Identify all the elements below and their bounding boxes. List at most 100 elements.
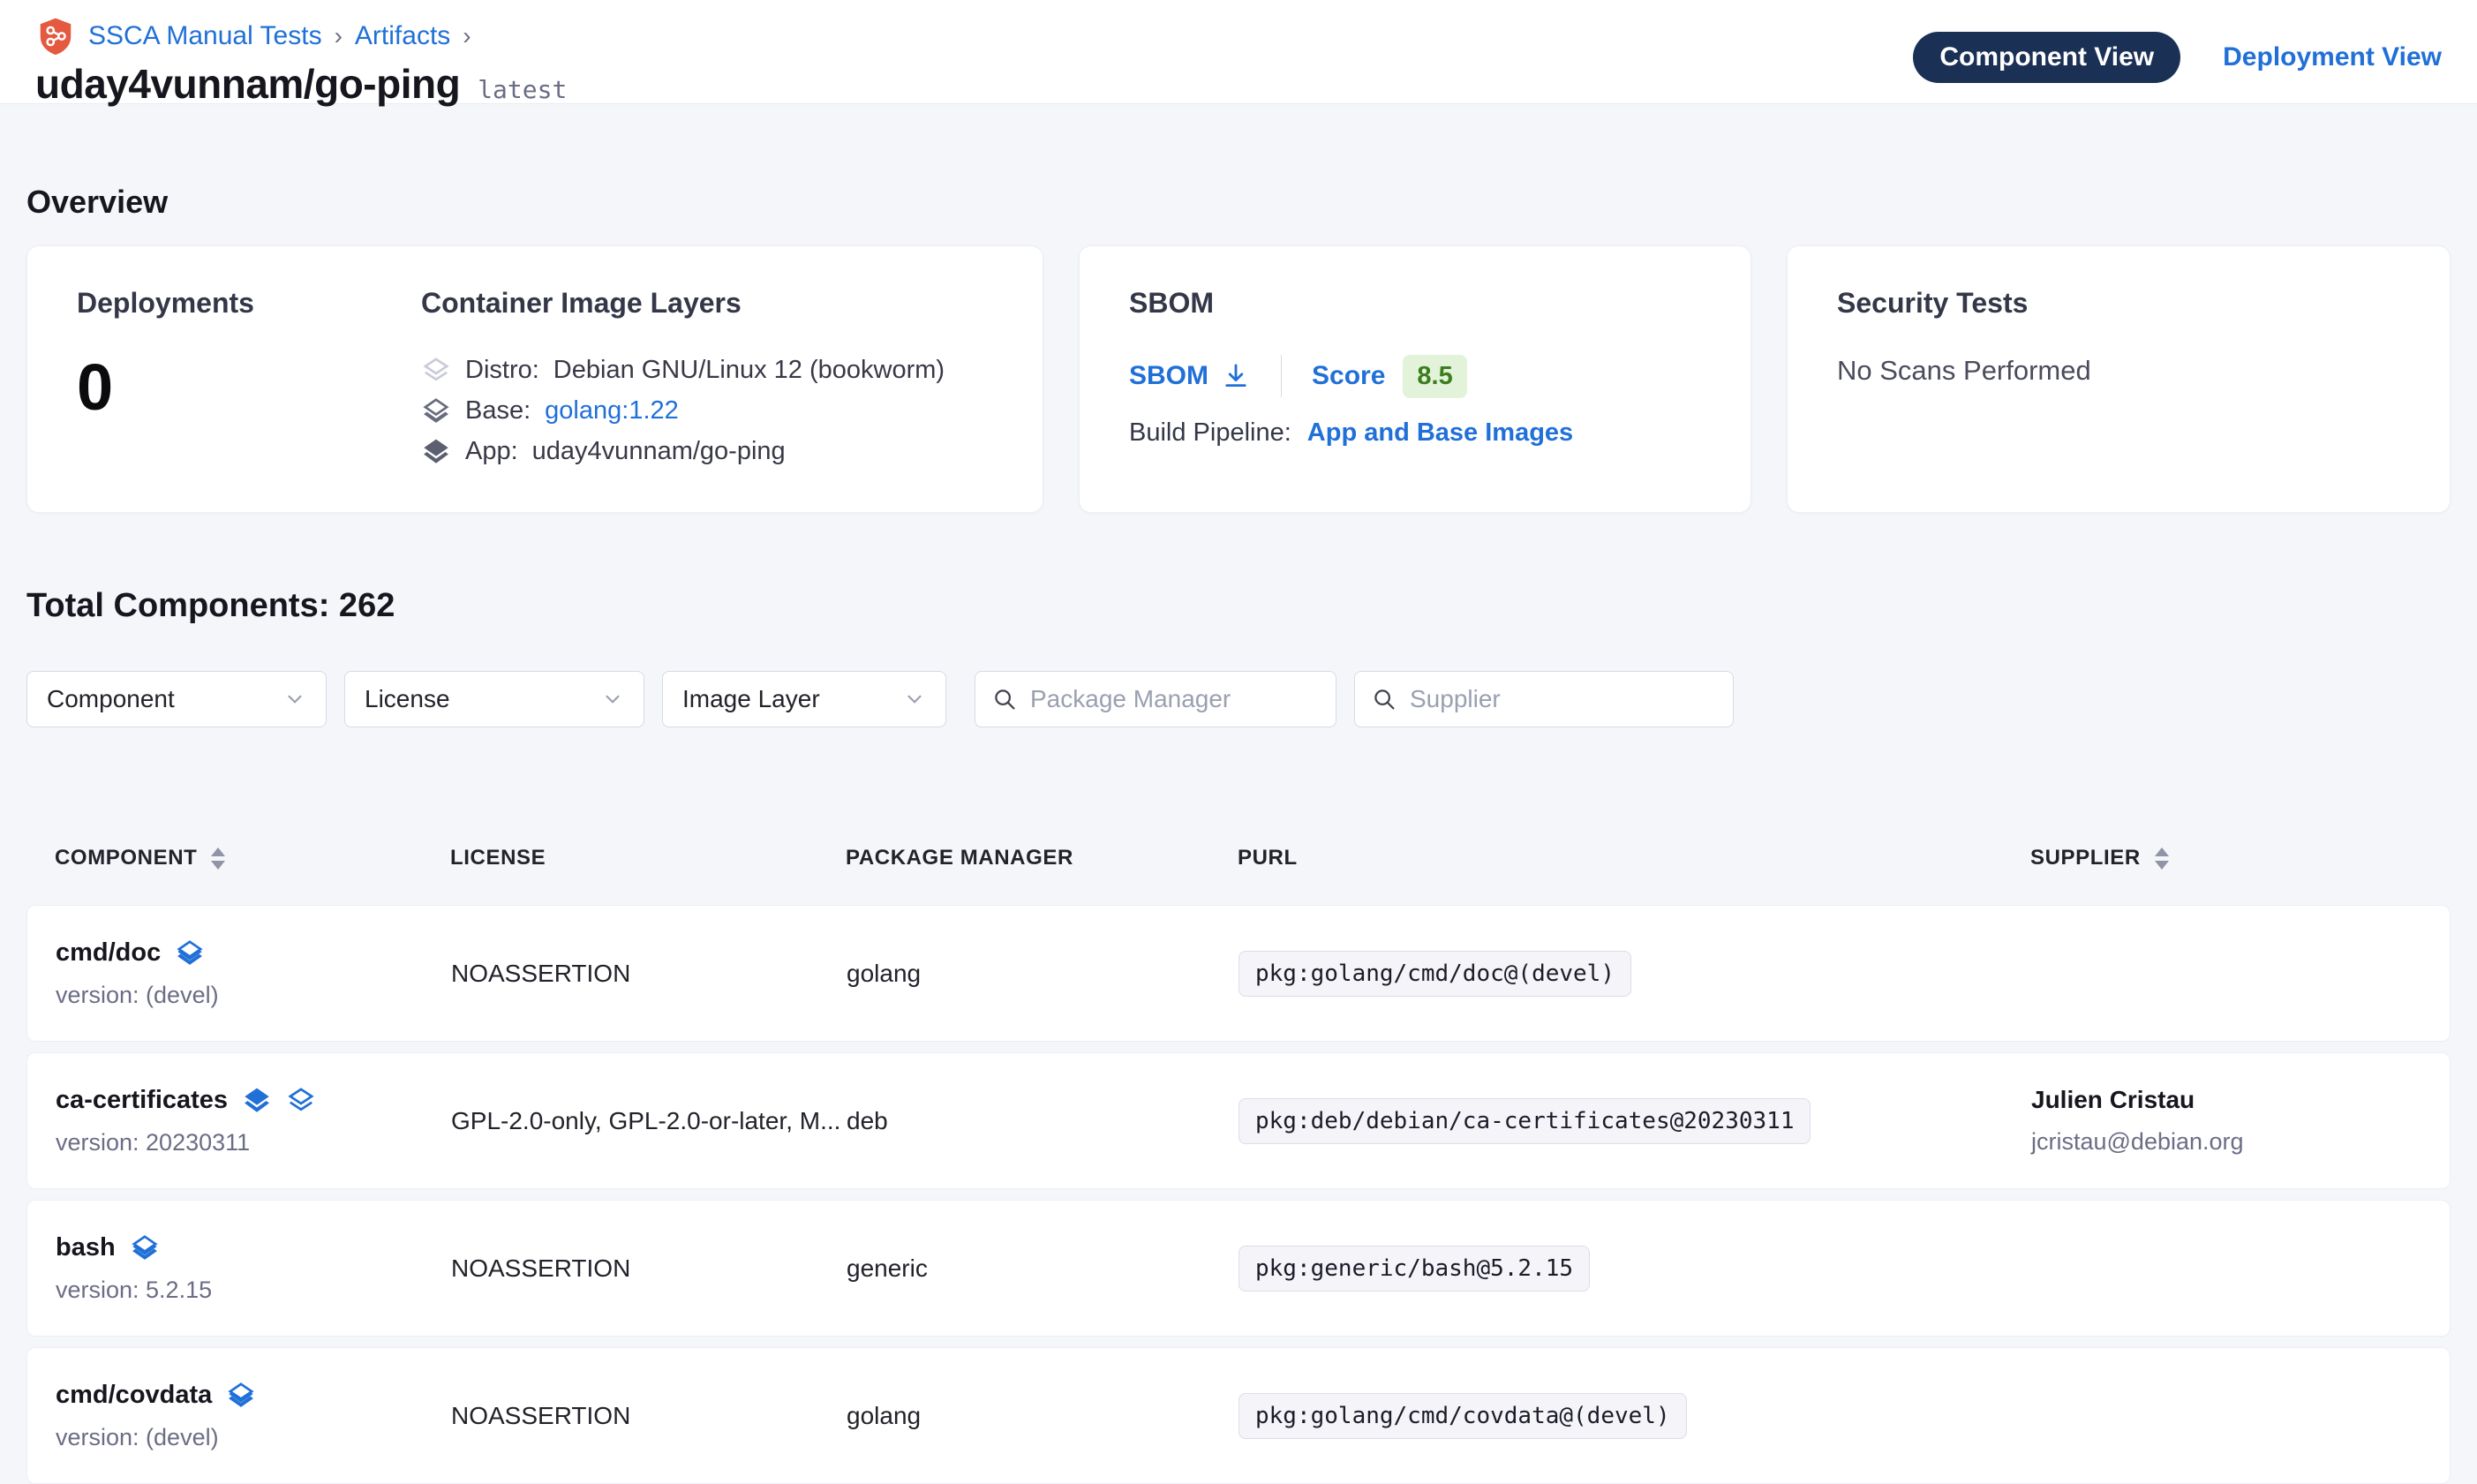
component-version: version: 20230311 bbox=[56, 1129, 451, 1156]
purl-pill[interactable]: pkg:golang/cmd/doc@(devel) bbox=[1238, 951, 1631, 997]
download-icon[interactable] bbox=[1221, 361, 1251, 391]
deployments-count: 0 bbox=[77, 350, 421, 425]
component-view-button[interactable]: Component View bbox=[1913, 32, 2180, 83]
component-version: version: 5.2.15 bbox=[56, 1277, 451, 1304]
table-row[interactable]: cmd/doc version: (devel) NOASSERTION gol… bbox=[26, 905, 2451, 1042]
breadcrumb-separator: › bbox=[463, 22, 471, 50]
page-title: uday4vunnam/go-ping bbox=[35, 60, 460, 108]
components-table: cmd/doc version: (devel) NOASSERTION gol… bbox=[26, 905, 2451, 1484]
base-image-link[interactable]: golang:1.22 bbox=[545, 396, 679, 426]
component-name: cmd/doc bbox=[56, 938, 161, 968]
image-layer-filter-select[interactable]: Image Layer bbox=[662, 671, 946, 727]
layers-app-blue-icon bbox=[226, 1380, 256, 1410]
package-manager-search-input[interactable] bbox=[1030, 685, 1320, 713]
column-header-supplier: SUPPLIER bbox=[2030, 846, 2422, 870]
purl-pill[interactable]: pkg:deb/debian/ca-certificates@20230311 bbox=[1238, 1098, 1811, 1144]
license-filter-select[interactable]: License bbox=[344, 671, 644, 727]
deployments-layers-card: Deployments 0 Container Image Layers Dis… bbox=[26, 245, 1043, 513]
breadcrumb-project-link[interactable]: SSCA Manual Tests bbox=[88, 21, 322, 51]
layer-label: Distro: bbox=[465, 356, 539, 385]
purl-pill[interactable]: pkg:generic/bash@5.2.15 bbox=[1238, 1246, 1590, 1292]
page-header: SSCA Manual Tests › Artifacts › uday4vun… bbox=[0, 0, 2477, 104]
column-header-license: LICENSE bbox=[450, 846, 846, 870]
layer-row-distro: Distro: Debian GNU/Linux 12 (bookworm) bbox=[421, 350, 993, 390]
column-header-purl: PURL bbox=[1238, 846, 2030, 870]
security-tests-title: Security Tests bbox=[1837, 287, 2400, 320]
chevron-down-icon bbox=[903, 688, 926, 711]
layer-label: Base: bbox=[465, 396, 531, 426]
column-label: SUPPLIER bbox=[2030, 846, 2141, 870]
search-icon bbox=[991, 686, 1018, 712]
filter-bar: Component License Image Layer bbox=[26, 671, 2451, 727]
supplier-name: Julien Cristau bbox=[2031, 1086, 2421, 1114]
license-cell: GPL-2.0-only, GPL-2.0-or-later, M... bbox=[451, 1107, 847, 1135]
sbom-download-link[interactable]: SBOM bbox=[1129, 361, 1251, 391]
layers-half-gray-icon bbox=[421, 395, 451, 426]
divider bbox=[1281, 355, 1282, 397]
license-filter-value: License bbox=[365, 685, 450, 713]
supplier-cell bbox=[2031, 1262, 2421, 1276]
column-label: PURL bbox=[1238, 846, 1298, 870]
layers-app-blue-icon bbox=[130, 1232, 160, 1262]
column-header-component: COMPONENT bbox=[55, 846, 450, 870]
package-manager-search bbox=[975, 671, 1336, 727]
layer-label: App: bbox=[465, 437, 518, 466]
image-layers-title: Container Image Layers bbox=[421, 287, 993, 320]
table-row[interactable]: cmd/covdata version: (devel) NOASSERTION… bbox=[26, 1347, 2451, 1484]
supplier-search bbox=[1354, 671, 1734, 727]
package-manager-cell: generic bbox=[847, 1254, 1238, 1283]
component-name: ca-certificates bbox=[56, 1086, 228, 1115]
artifact-tag: latest bbox=[478, 75, 567, 104]
component-version: version: (devel) bbox=[56, 1424, 451, 1451]
ssca-shield-icon bbox=[35, 16, 76, 56]
overview-heading: Overview bbox=[26, 184, 2451, 221]
chevron-down-icon bbox=[283, 688, 306, 711]
component-filter-select[interactable]: Component bbox=[26, 671, 327, 727]
breadcrumb-artifacts-link[interactable]: Artifacts bbox=[355, 21, 450, 51]
table-row[interactable]: bash version: 5.2.15 NOASSERTION generic… bbox=[26, 1200, 2451, 1337]
component-version: version: (devel) bbox=[56, 982, 451, 1009]
image-layer-filter-value: Image Layer bbox=[682, 685, 820, 713]
package-manager-cell: golang bbox=[847, 1402, 1238, 1430]
search-icon bbox=[1371, 686, 1397, 712]
column-label: LICENSE bbox=[450, 846, 546, 870]
breadcrumb-separator: › bbox=[335, 22, 343, 50]
purl-pill[interactable]: pkg:golang/cmd/covdata@(devel) bbox=[1238, 1393, 1687, 1439]
sbom-score-link[interactable]: Score bbox=[1312, 361, 1385, 391]
security-tests-status: No Scans Performed bbox=[1837, 355, 2400, 387]
layer-value-app: uday4vunnam/go-ping bbox=[532, 437, 786, 466]
sbom-score-badge: 8.5 bbox=[1403, 355, 1466, 398]
license-cell: NOASSERTION bbox=[451, 1402, 847, 1430]
deployment-view-button[interactable]: Deployment View bbox=[2223, 42, 2442, 72]
component-name: bash bbox=[56, 1233, 116, 1262]
package-manager-cell: deb bbox=[847, 1107, 1238, 1135]
column-label: COMPONENT bbox=[55, 846, 197, 870]
layer-value-distro: Debian GNU/Linux 12 (bookworm) bbox=[553, 356, 945, 385]
layers-filled-gray-icon bbox=[421, 436, 451, 466]
sbom-card: SBOM SBOM Score 8.5 Build Pipeline: App … bbox=[1079, 245, 1751, 513]
layer-row-app: App: uday4vunnam/go-ping bbox=[421, 431, 993, 471]
supplier-cell bbox=[2031, 967, 2421, 981]
table-row[interactable]: ca-certificates version: 20230311 GPL-2.… bbox=[26, 1052, 2451, 1189]
column-label: PACKAGE MANAGER bbox=[846, 846, 1073, 870]
sort-icon[interactable] bbox=[2155, 847, 2169, 870]
supplier-search-input[interactable] bbox=[1410, 685, 1717, 713]
sort-icon[interactable] bbox=[211, 847, 225, 870]
layer-row-base: Base: golang:1.22 bbox=[421, 390, 993, 431]
layers-filled-blue-icon bbox=[242, 1085, 272, 1115]
supplier-email: jcristau@debian.org bbox=[2031, 1128, 2421, 1156]
sbom-title: SBOM bbox=[1129, 287, 1701, 320]
layers-app-blue-icon bbox=[175, 938, 205, 968]
security-tests-card: Security Tests No Scans Performed bbox=[1787, 245, 2451, 513]
view-toggle: Component View Deployment View bbox=[1913, 32, 2442, 83]
supplier-cell bbox=[2031, 1409, 2421, 1423]
build-pipeline-link[interactable]: App and Base Images bbox=[1307, 418, 1573, 448]
component-filter-value: Component bbox=[47, 685, 175, 713]
deployments-title: Deployments bbox=[77, 287, 421, 320]
supplier-cell: Julien Cristau jcristau@debian.org bbox=[2031, 1086, 2421, 1156]
layers-outline-gray-icon bbox=[421, 355, 451, 385]
chevron-down-icon bbox=[601, 688, 624, 711]
license-cell: NOASSERTION bbox=[451, 960, 847, 988]
column-header-package-manager: PACKAGE MANAGER bbox=[846, 846, 1238, 870]
component-name: cmd/covdata bbox=[56, 1381, 212, 1410]
